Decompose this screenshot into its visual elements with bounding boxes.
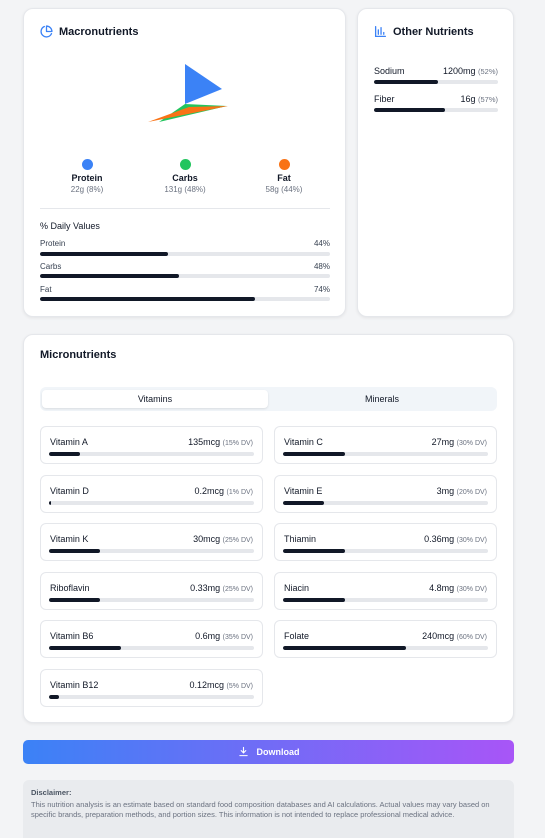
- divider: [40, 208, 330, 209]
- legend-fat: Fat 58g (44%): [239, 159, 329, 194]
- vitamin-card: Riboflavin 0.33mg (25% DV): [40, 572, 263, 610]
- tab-vitamins[interactable]: Vitamins: [42, 390, 268, 408]
- sodium-bar: [374, 80, 498, 84]
- vitamin-bar: [49, 452, 254, 456]
- vitamin-card: Vitamin B6 0.6mg (35% DV): [40, 620, 263, 658]
- bar-chart-icon: [374, 25, 387, 38]
- other-nutrients-card: Other Nutrients Sodium 1200mg (52%) Fibe…: [357, 8, 514, 317]
- vitamin-bar: [49, 549, 254, 553]
- disclaimer-text: This nutrition analysis is an estimate b…: [31, 799, 490, 820]
- tab-minerals[interactable]: Minerals: [269, 390, 495, 408]
- daily-values-title: % Daily Values: [40, 221, 100, 231]
- pie-chart-icon: [40, 25, 53, 38]
- download-icon: [238, 746, 249, 759]
- vitamin-card: Vitamin K 30mcg (25% DV): [40, 523, 263, 561]
- vitamin-bar: [283, 452, 488, 456]
- vitamin-bar: [283, 646, 488, 650]
- vitamin-bar: [283, 598, 488, 602]
- vitamin-card: Vitamin B12 0.12mcg (5% DV): [40, 669, 263, 707]
- vitamin-bar: [283, 501, 488, 505]
- fiber-bar: [374, 108, 498, 112]
- download-button[interactable]: Download: [23, 740, 514, 764]
- vitamin-bar: [283, 549, 488, 553]
- dv-row-carbs: Carbs 48%: [40, 262, 330, 271]
- carbs-dot: [179, 159, 191, 170]
- vitamin-card: Folate 240mcg (60% DV): [274, 620, 497, 658]
- vitamin-bar: [49, 646, 254, 650]
- protein-dot: [81, 159, 93, 170]
- vitamin-card: Niacin 4.8mg (30% DV): [274, 572, 497, 610]
- fat-dot: [278, 159, 290, 170]
- vitamin-card: Vitamin E 3mg (20% DV): [274, 475, 497, 513]
- vitamin-card: Vitamin C 27mg (30% DV): [274, 426, 497, 464]
- dv-bar-protein: [40, 252, 330, 256]
- macronutrients-title: Macronutrients: [40, 25, 138, 38]
- macronutrients-card: Macronutrients Protein 22g (8%) Carbs 13…: [23, 8, 346, 317]
- nutrient-row-fiber: Fiber 16g (57%): [374, 94, 498, 104]
- vitamin-card: Vitamin A 135mcg (15% DV): [40, 426, 263, 464]
- nutrient-row-sodium: Sodium 1200mg (52%): [374, 66, 498, 76]
- dv-bar-fat: [40, 297, 330, 301]
- vitamin-bar: [49, 598, 254, 602]
- vitamin-bar: [49, 695, 254, 699]
- vitamin-bar: [49, 501, 254, 505]
- other-nutrients-title: Other Nutrients: [374, 25, 474, 38]
- dv-bar-carbs: [40, 274, 330, 278]
- disclaimer-box: Disclaimer: This nutrition analysis is a…: [23, 780, 514, 838]
- vitamin-card: Thiamin 0.36mg (30% DV): [274, 523, 497, 561]
- micronutrient-tabs: Vitamins Minerals: [40, 387, 497, 411]
- micronutrients-title: Micronutrients: [40, 349, 117, 361]
- disclaimer-title: Disclaimer:: [31, 788, 72, 797]
- dv-row-fat: Fat 74%: [40, 285, 330, 294]
- dv-row-protein: Protein 44%: [40, 239, 330, 248]
- micronutrients-card: Micronutrients Vitamins Minerals Vitamin…: [23, 334, 514, 723]
- legend-protein: Protein 22g (8%): [42, 159, 132, 194]
- legend-carbs: Carbs 131g (48%): [140, 159, 230, 194]
- pie-slice-protein: [185, 64, 222, 104]
- vitamin-card: Vitamin D 0.2mcg (1% DV): [40, 475, 263, 513]
